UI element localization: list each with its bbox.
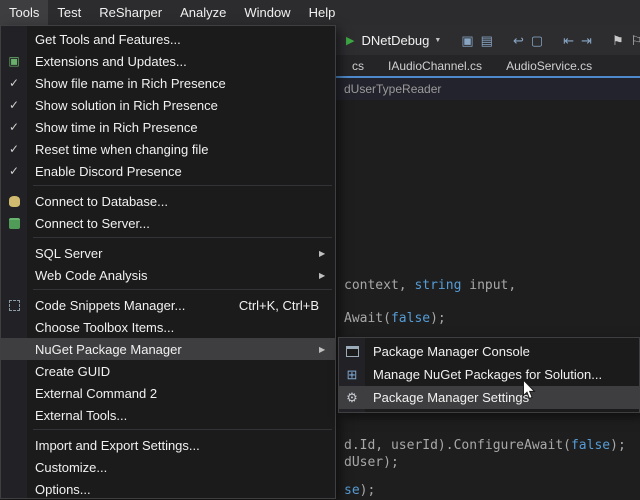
check-icon: ✓ — [9, 76, 19, 90]
check-icon: ✓ — [9, 142, 19, 156]
code-line: context, string input, — [344, 278, 516, 293]
indent-icon[interactable]: ⇥ — [581, 34, 592, 47]
menu-item-connect-to-database[interactable]: Connect to Database... — [1, 190, 335, 212]
menubar-item-help[interactable]: Help — [300, 0, 345, 25]
bookmark-icon[interactable]: ⚑ — [612, 34, 624, 47]
tools-menu: Get Tools and Features... ▣ Extensions a… — [0, 25, 336, 499]
extensions-icon: ▣ — [8, 54, 19, 68]
submenu-arrow-icon: ▶ — [313, 249, 335, 258]
code-line: d.Id, userId).ConfigureAwait(false); — [344, 438, 626, 453]
toolbox-icon[interactable]: ▤ — [481, 34, 493, 47]
menubar-item-analyze[interactable]: Analyze — [171, 0, 235, 25]
menu-item-reset-time-changing-file[interactable]: ✓ Reset time when changing file — [1, 138, 335, 160]
nuget-package-manager-submenu: Package Manager Console ⊞ Manage NuGet P… — [338, 337, 640, 413]
check-icon: ✓ — [9, 164, 19, 178]
menubar-item-window[interactable]: Window — [235, 0, 299, 25]
menu-item-show-time-rich-presence[interactable]: ✓ Show time in Rich Presence — [1, 116, 335, 138]
menubar-item-resharper[interactable]: ReSharper — [90, 0, 171, 25]
submenu-item-package-manager-console[interactable]: Package Manager Console — [339, 340, 639, 363]
tab-iaudiochannel[interactable]: IAudioChannel.cs — [376, 55, 494, 76]
menu-separator — [33, 185, 332, 186]
packages-grid-icon: ⊞ — [347, 367, 358, 383]
code-snippets-icon — [9, 300, 20, 311]
menu-item-extensions-and-updates[interactable]: ▣ Extensions and Updates... — [1, 50, 335, 72]
check-icon: ✓ — [9, 98, 19, 112]
submenu-item-manage-nuget-packages[interactable]: ⊞ Manage NuGet Packages for Solution... — [339, 363, 639, 386]
menu-item-web-code-analysis[interactable]: Web Code Analysis ▶ — [1, 264, 335, 286]
menu-item-connect-to-server[interactable]: Connect to Server... — [1, 212, 335, 234]
tab-audioservice[interactable]: AudioService.cs — [494, 55, 604, 76]
shortcut-label: Ctrl+K, Ctrl+B — [239, 298, 335, 313]
code-line: se); — [344, 483, 375, 498]
submenu-item-package-manager-settings[interactable]: ⚙ Package Manager Settings — [339, 386, 639, 409]
menu-separator — [33, 289, 332, 290]
outdent-icon[interactable]: ⇤ — [563, 34, 574, 47]
console-icon — [346, 346, 359, 357]
menu-item-create-guid[interactable]: Create GUID — [1, 360, 335, 382]
menu-item-enable-discord-presence[interactable]: ✓ Enable Discord Presence — [1, 160, 335, 182]
menu-item-external-tools[interactable]: External Tools... — [1, 404, 335, 426]
documents-icon[interactable]: ▢ — [531, 34, 543, 47]
menubar-item-tools[interactable]: Tools — [0, 0, 48, 25]
menu-item-external-command-2[interactable]: External Command 2 — [1, 382, 335, 404]
navigate-back-icon[interactable]: ↩ — [513, 34, 524, 47]
menu-item-import-export-settings[interactable]: Import and Export Settings... — [1, 434, 335, 456]
chevron-down-icon[interactable]: ▼ — [434, 37, 441, 44]
menu-item-nuget-package-manager[interactable]: NuGet Package Manager ▶ — [1, 338, 335, 360]
database-icon — [9, 196, 20, 207]
menubar-item-test[interactable]: Test — [48, 0, 90, 25]
next-bookmark-icon[interactable]: ⚐ — [631, 34, 640, 47]
menu-item-customize[interactable]: Customize... — [1, 456, 335, 478]
menu-separator — [33, 429, 332, 430]
menu-separator — [33, 237, 332, 238]
tab-partial[interactable]: cs — [340, 55, 376, 76]
start-debug-icon[interactable]: ▶ — [346, 34, 354, 47]
server-icon — [9, 218, 20, 229]
menu-item-choose-toolbox-items[interactable]: Choose Toolbox Items... — [1, 316, 335, 338]
submenu-arrow-icon: ▶ — [313, 271, 335, 280]
menu-item-get-tools-and-features[interactable]: Get Tools and Features... — [1, 28, 335, 50]
check-icon: ✓ — [9, 120, 19, 134]
menu-bar: Tools Test ReSharper Analyze Window Help — [0, 0, 640, 25]
menu-item-show-file-name-rich-presence[interactable]: ✓ Show file name in Rich Presence — [1, 72, 335, 94]
debug-target-label[interactable]: DNetDebug — [361, 33, 429, 48]
gear-icon: ⚙ — [346, 390, 358, 406]
find-icon[interactable]: ▣ — [461, 34, 473, 47]
submenu-arrow-icon: ▶ — [313, 345, 335, 354]
menu-item-show-solution-rich-presence[interactable]: ✓ Show solution in Rich Presence — [1, 94, 335, 116]
menu-item-sql-server[interactable]: SQL Server ▶ — [1, 242, 335, 264]
menu-item-code-snippets-manager[interactable]: Code Snippets Manager... Ctrl+K, Ctrl+B — [1, 294, 335, 316]
code-line: Await(false); — [344, 311, 446, 326]
breadcrumb: dUserTypeReader — [344, 82, 441, 96]
code-line: dUser); — [344, 455, 399, 470]
